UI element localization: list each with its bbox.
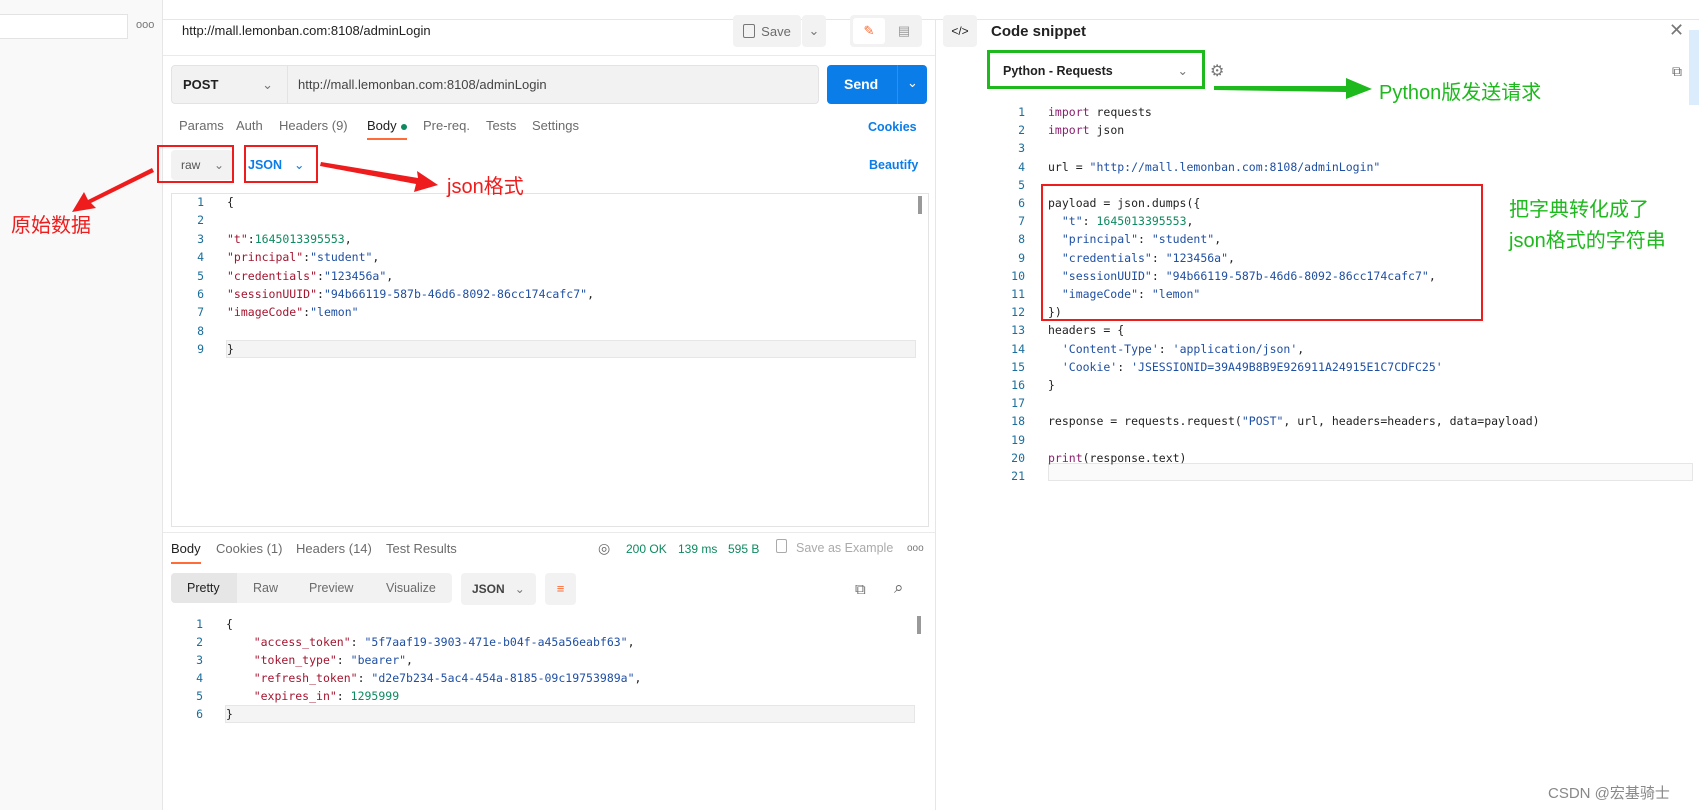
arrow-python [1214, 78, 1372, 99]
annotation-payload-text-1: 把字典转化成了 [1509, 199, 1649, 221]
arrow-raw [72, 168, 154, 212]
arrow-json [320, 162, 438, 192]
annotation-arrows [72, 78, 1372, 212]
annotation-python-text: Python版发送请求 [1379, 82, 1542, 104]
annotation-raw-text: 原始数据 [11, 215, 91, 237]
watermark: CSDN @宏基骑士 [1548, 785, 1670, 802]
annotation-json-text: json格式 [447, 176, 524, 198]
annotation-payload-text-2: json格式的字符串 [1509, 230, 1666, 252]
